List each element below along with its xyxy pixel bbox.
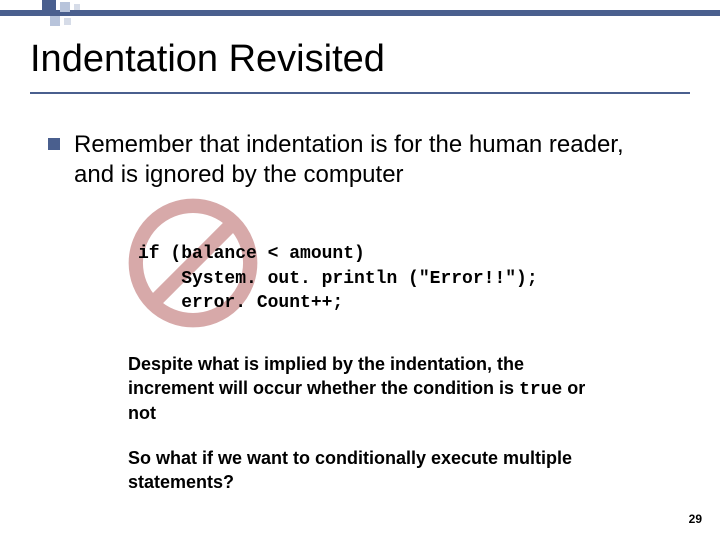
- page-number: 29: [689, 512, 702, 526]
- header-decoration: [0, 0, 720, 18]
- slide-title: Indentation Revisited: [30, 38, 385, 81]
- bullet-icon: [48, 138, 60, 150]
- bullet-item: Remember that indentation is for the hum…: [48, 130, 668, 190]
- explanation-block: Despite what is implied by the indentati…: [128, 353, 608, 494]
- para1-part-a: Despite what is implied by the indentati…: [128, 354, 524, 397]
- title-underline: [30, 92, 690, 94]
- para1-true-keyword: true: [519, 380, 562, 400]
- body-content: Remember that indentation is for the hum…: [48, 130, 668, 494]
- explanation-para-1: Despite what is implied by the indentati…: [128, 353, 608, 425]
- explanation-para-2: So what if we want to conditionally exec…: [128, 447, 608, 494]
- code-line-3: error. Count++;: [138, 293, 343, 313]
- code-line-1: if (balance < amount): [138, 244, 365, 264]
- bullet-text: Remember that indentation is for the hum…: [74, 130, 668, 190]
- code-line-2: System. out. println ("Error!!");: [138, 269, 538, 289]
- code-example: if (balance < amount) System. out. print…: [138, 218, 668, 315]
